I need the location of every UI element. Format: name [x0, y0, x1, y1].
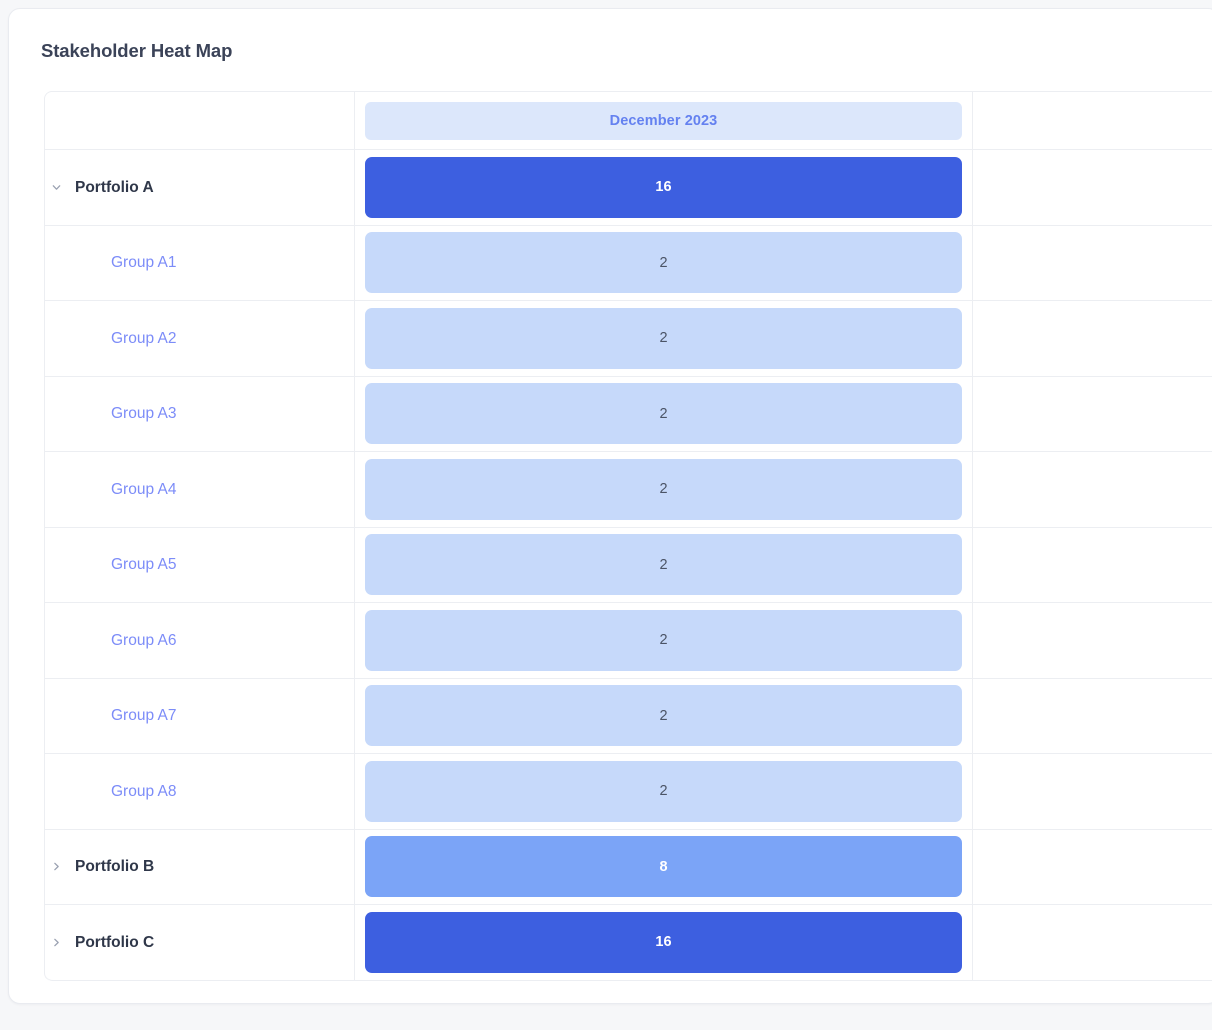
- table-row[interactable]: Group A2 2: [45, 301, 1212, 377]
- row-label-cell[interactable]: Group A5: [45, 527, 355, 603]
- row-value-cell[interactable]: 16: [355, 905, 973, 981]
- page-title: Stakeholder Heat Map: [41, 40, 233, 61]
- row-value-cell[interactable]: 16: [355, 150, 973, 226]
- heatmap-value-chip[interactable]: 2: [365, 760, 962, 822]
- heatmap-value-chip[interactable]: 2: [365, 609, 962, 671]
- table-row[interactable]: Group A5 2: [45, 527, 1212, 603]
- row-label: Portfolio C: [75, 933, 155, 951]
- row-value-cell[interactable]: 2: [355, 603, 973, 679]
- header-cell-label: [45, 92, 355, 150]
- table-row[interactable]: Group A6 2: [45, 603, 1212, 679]
- row-blank-cell: [973, 678, 1212, 754]
- table-row[interactable]: Portfolio C 16: [45, 905, 1212, 981]
- row-value-cell[interactable]: 2: [355, 527, 973, 603]
- chevron-right-icon[interactable]: [45, 861, 67, 872]
- row-blank-cell: [973, 376, 1212, 452]
- row-label: Group A3: [111, 405, 177, 422]
- row-blank-cell: [973, 301, 1212, 377]
- row-label-cell[interactable]: Group A3: [45, 376, 355, 452]
- row-blank-cell: [973, 225, 1212, 301]
- row-label-cell[interactable]: Group A1: [45, 225, 355, 301]
- table-row[interactable]: Portfolio B 8: [45, 829, 1212, 905]
- heatmap-value-chip[interactable]: 2: [365, 383, 962, 445]
- table-row[interactable]: Group A4 2: [45, 452, 1212, 528]
- heatmap-value-chip[interactable]: 2: [365, 458, 962, 520]
- row-label: Group A2: [111, 329, 177, 347]
- header-cell-blank: [973, 92, 1212, 150]
- row-value-cell[interactable]: 2: [355, 225, 973, 301]
- table-row[interactable]: Group A8 2: [45, 754, 1212, 830]
- row-label: Group A7: [111, 707, 177, 724]
- row-value-cell[interactable]: 2: [355, 301, 973, 377]
- row-blank-cell: [973, 754, 1212, 830]
- row-blank-cell: [973, 527, 1212, 603]
- table-row[interactable]: Group A3 2: [45, 376, 1212, 452]
- row-label: Group A4: [111, 480, 177, 498]
- table-body: Portfolio A 16 Group A1 2 Group A2 2 Group A3 2…: [45, 150, 1212, 981]
- row-label-cell[interactable]: Group A4: [45, 452, 355, 528]
- row-label: Group A5: [111, 556, 177, 573]
- heatmap-value-chip[interactable]: 16: [365, 911, 962, 973]
- row-value-cell[interactable]: 2: [355, 452, 973, 528]
- header-cell-december-2023[interactable]: December 2023: [355, 92, 973, 150]
- row-value-cell[interactable]: 2: [355, 678, 973, 754]
- heatmap-value-chip[interactable]: 2: [365, 534, 962, 596]
- row-label: Group A6: [111, 631, 177, 649]
- header-row: December 2023: [45, 92, 1212, 150]
- row-blank-cell: [973, 603, 1212, 679]
- month-header-chip[interactable]: December 2023: [365, 101, 962, 140]
- row-value-cell[interactable]: 2: [355, 376, 973, 452]
- stakeholder-heatmap-card: Stakeholder Heat Map December 2023 Portf…: [8, 8, 1212, 1004]
- row-blank-cell: [973, 452, 1212, 528]
- row-label-cell[interactable]: Group A8: [45, 754, 355, 830]
- row-value-cell[interactable]: 2: [355, 754, 973, 830]
- row-label: Group A1: [111, 254, 177, 271]
- table-header: December 2023: [45, 92, 1212, 150]
- table-row[interactable]: Group A1 2: [45, 225, 1212, 301]
- row-label-cell[interactable]: Group A6: [45, 603, 355, 679]
- row-blank-cell: [973, 829, 1212, 905]
- page-root: Stakeholder Heat Map December 2023 Portf…: [0, 0, 1212, 1030]
- row-label-cell[interactable]: Group A2: [45, 301, 355, 377]
- heatmap-value-chip[interactable]: 2: [365, 685, 962, 747]
- row-label-cell[interactable]: Portfolio A: [45, 150, 355, 226]
- heatmap-value-chip[interactable]: 2: [365, 232, 962, 294]
- row-label-cell[interactable]: Portfolio B: [45, 829, 355, 905]
- row-label-cell[interactable]: Portfolio C: [45, 905, 355, 981]
- row-label: Portfolio B: [75, 858, 155, 875]
- row-label: Portfolio A: [75, 178, 154, 196]
- heatmap-value-chip[interactable]: 16: [365, 156, 962, 218]
- row-label-cell[interactable]: Group A7: [45, 678, 355, 754]
- row-blank-cell: [973, 905, 1212, 981]
- chevron-right-icon[interactable]: [45, 937, 67, 948]
- heatmap-value-chip[interactable]: 2: [365, 307, 962, 369]
- table-row[interactable]: Group A7 2: [45, 678, 1212, 754]
- table-row[interactable]: Portfolio A 16: [45, 150, 1212, 226]
- heatmap-table: December 2023 Portfolio A 16 Group A1 2 Grou…: [44, 91, 1212, 981]
- heatmap-value-chip[interactable]: 8: [365, 836, 962, 898]
- row-label: Group A8: [111, 782, 177, 800]
- row-value-cell[interactable]: 8: [355, 829, 973, 905]
- chevron-down-icon[interactable]: [45, 182, 67, 193]
- row-blank-cell: [973, 150, 1212, 226]
